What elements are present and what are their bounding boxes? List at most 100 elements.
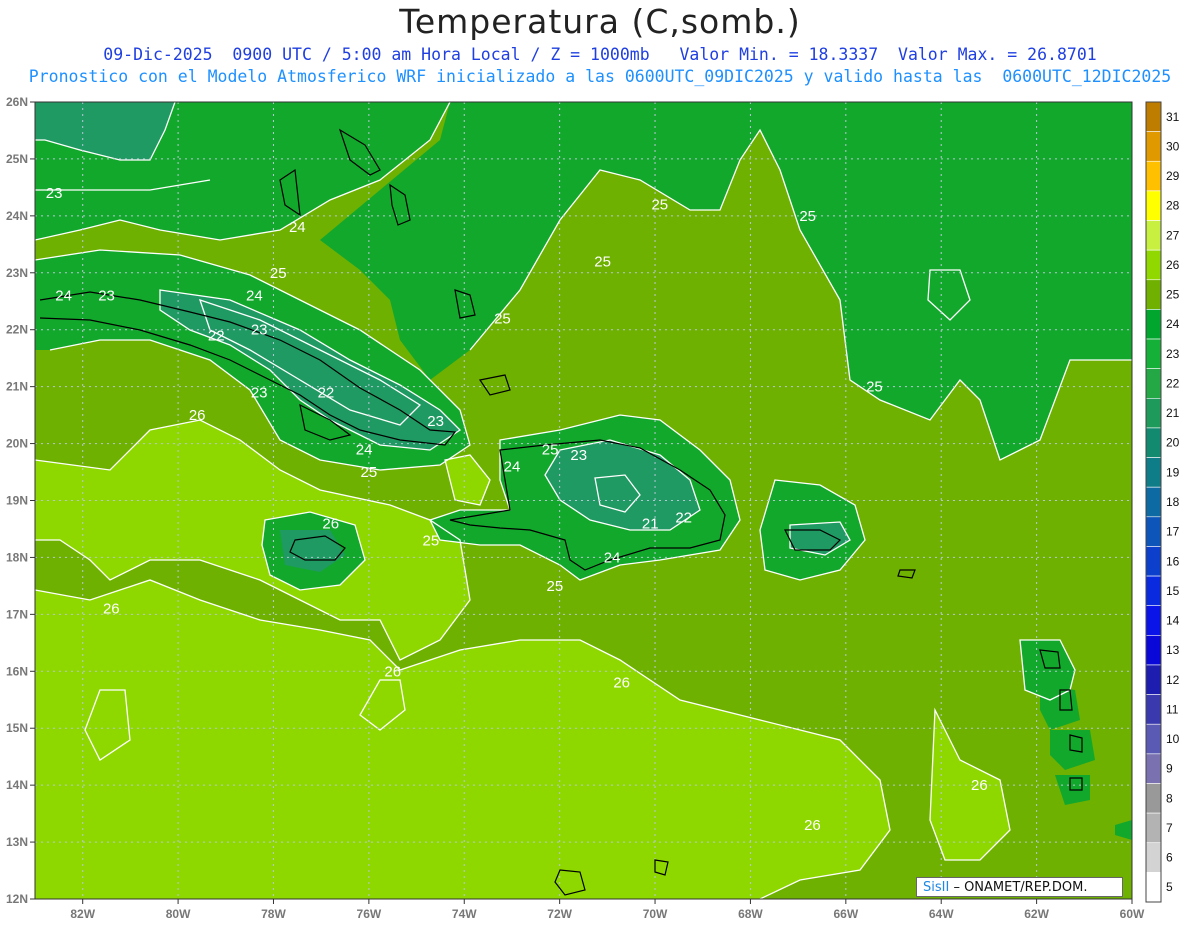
contour-label: 22	[675, 510, 692, 527]
legend-label: 19	[1166, 465, 1180, 479]
lon-tick-label: 80W	[166, 907, 191, 921]
contour-label: 25	[423, 532, 440, 549]
contour-label: 25	[361, 464, 378, 481]
legend-label: 5	[1166, 880, 1173, 894]
legend-swatch	[1145, 753, 1162, 784]
legend-swatch	[1145, 605, 1162, 636]
lat-tick-label: 19N	[6, 494, 28, 508]
legend-label: 31	[1166, 110, 1180, 124]
lon-tick-label: 68W	[738, 907, 763, 921]
lat-tick-label: 24N	[6, 209, 28, 223]
credit-text: – ONAMET/REP.DOM.	[949, 880, 1088, 895]
legend-label: 16	[1166, 554, 1180, 568]
lon-tick-label: 60W	[1120, 907, 1145, 921]
legend-label: 6	[1166, 851, 1173, 865]
contour-label: 23	[570, 447, 587, 464]
legend-label: 28	[1166, 199, 1180, 213]
model-info-line: Pronostico con el Modelo Atmosferico WRF…	[28, 67, 1172, 86]
legend-swatch	[1145, 309, 1162, 340]
legend-label: 23	[1166, 347, 1180, 361]
contour-label: 24	[504, 458, 521, 475]
lat-tick-label: 16N	[6, 664, 28, 678]
contour-label: 24	[246, 288, 263, 305]
legend-swatch	[1145, 664, 1162, 695]
contour-label: 25	[594, 253, 611, 270]
contour-label: 26	[384, 663, 401, 680]
lon-tick-label: 70W	[643, 907, 668, 921]
contour-label: 26	[189, 407, 206, 424]
credit-brand: Sis	[923, 880, 942, 895]
legend-swatch	[1145, 575, 1162, 607]
credit-box: SisII – ONAMET/REP.DOM.	[916, 877, 1123, 897]
legend-label: 30	[1166, 139, 1180, 153]
lat-tick-label: 15N	[6, 721, 28, 735]
contour-label: 26	[804, 817, 821, 834]
legend-swatch	[1145, 427, 1162, 458]
contour-label: 26	[971, 777, 988, 794]
legend-swatch	[1145, 397, 1162, 429]
legend-swatch	[1145, 783, 1162, 814]
legend-swatch	[1145, 516, 1162, 547]
contour-label: 24	[356, 441, 373, 458]
lon-tick-label: 72W	[547, 907, 572, 921]
legend-label: 24	[1166, 317, 1180, 331]
legend-swatch	[1145, 842, 1162, 873]
legend-label: 7	[1166, 821, 1173, 835]
legend-swatch	[1145, 279, 1162, 310]
contour-label: 23	[46, 185, 63, 202]
legend-label: 10	[1166, 732, 1180, 746]
legend-label: 15	[1166, 584, 1180, 598]
lat-tick-label: 22N	[6, 323, 28, 337]
valid-time-line: 09-Dic-2025 0900 UTC / 5:00 am Hora Loca…	[103, 45, 1097, 64]
contour-label: 24	[289, 219, 306, 236]
lon-tick-label: 78W	[261, 907, 286, 921]
legend-label: 14	[1166, 614, 1180, 628]
lat-tick-label: 14N	[6, 778, 28, 792]
contour-label: 23	[427, 413, 444, 430]
legend-swatch	[1145, 812, 1162, 844]
legend-swatch	[1145, 872, 1162, 903]
contour-label: 25	[866, 379, 883, 396]
map-canvas: 82W 80W 78W 76W 74W 72W 70W 68W 66W 64W 62W 60W 26N…	[6, 95, 1180, 921]
contour-label: 21	[642, 515, 659, 532]
temperature-field	[35, 102, 1132, 899]
legend-swatch	[1145, 190, 1162, 221]
contour-label: 23	[98, 288, 115, 305]
legend-label: 22	[1166, 376, 1180, 390]
legend-swatch	[1145, 368, 1162, 399]
lat-tick-label: 18N	[6, 550, 28, 564]
contour-label: 25	[799, 208, 816, 225]
legend-swatch	[1145, 101, 1162, 132]
lat-tick-label: 12N	[6, 892, 28, 906]
legend-label: 25	[1166, 288, 1180, 302]
legend-label: 29	[1166, 169, 1180, 183]
contour-label: 23	[251, 322, 268, 339]
legend-swatch	[1145, 457, 1162, 488]
lat-tick-label: 25N	[6, 152, 28, 166]
contour-label: 26	[322, 515, 339, 532]
legend-label: 9	[1166, 762, 1173, 776]
latitude-axis: 26N 25N 24N 23N 22N 21N 20N 19N 18N 17N 16N 15N 14N 1…	[6, 95, 35, 906]
lon-tick-label: 74W	[452, 907, 477, 921]
contour-label: 26	[613, 675, 630, 692]
lon-tick-label: 62W	[1024, 907, 1049, 921]
legend-label: 26	[1166, 258, 1180, 272]
legend-swatch	[1145, 694, 1162, 725]
legend-swatch	[1145, 635, 1162, 666]
legend-label: 8	[1166, 791, 1173, 805]
legend-swatch	[1145, 723, 1162, 755]
legend-label: 18	[1166, 495, 1180, 509]
contour-label: 24	[604, 549, 621, 566]
lon-tick-label: 66W	[833, 907, 858, 921]
legend-label: 20	[1166, 436, 1180, 450]
legend-label: 12	[1166, 673, 1180, 687]
lat-tick-label: 13N	[6, 835, 28, 849]
contour-label: 22	[318, 384, 335, 401]
contour-label: 26	[103, 601, 120, 618]
legend-swatch	[1145, 220, 1162, 251]
legend-swatch	[1145, 546, 1162, 577]
contour-label: 23	[251, 384, 268, 401]
legend-label: 21	[1166, 406, 1180, 420]
lon-tick-label: 82W	[70, 907, 95, 921]
lon-tick-label: 64W	[929, 907, 954, 921]
